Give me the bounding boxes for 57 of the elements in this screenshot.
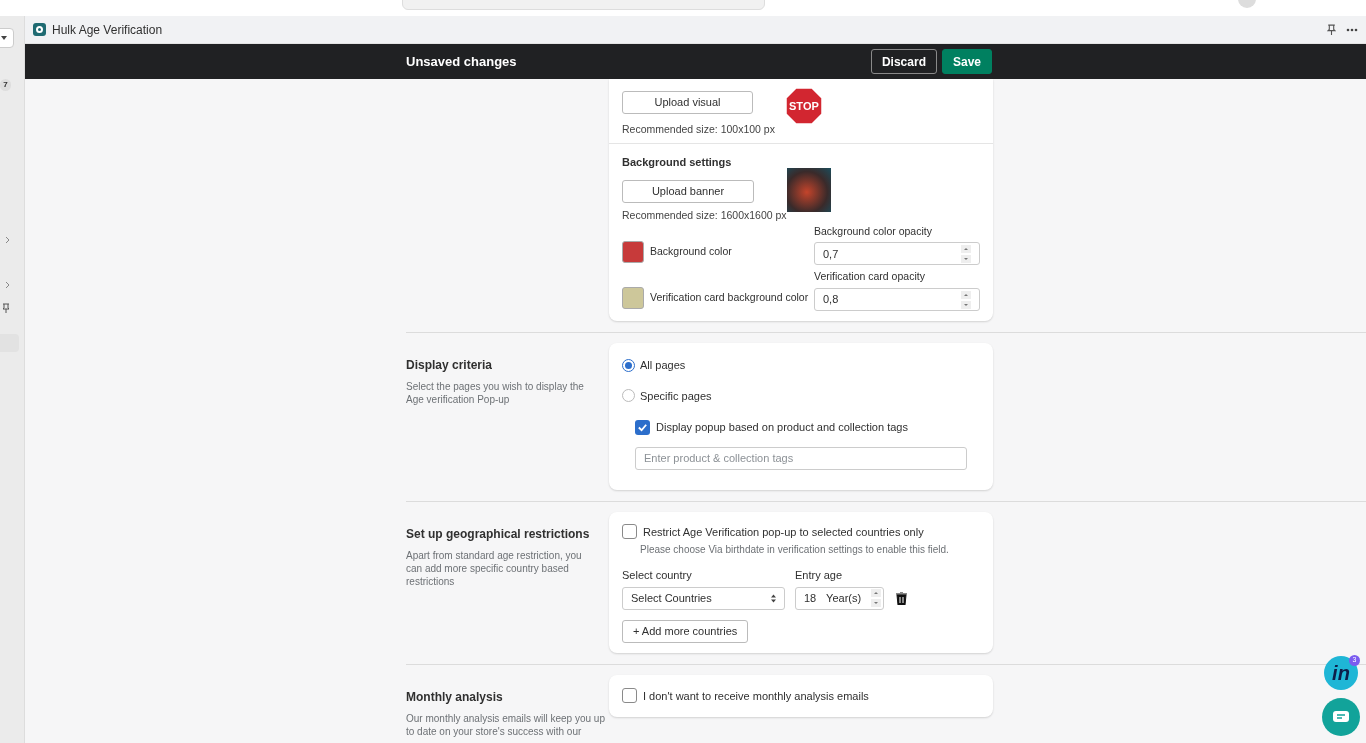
help-text: Please choose Via birthdate in verification settings to enable this field. — [640, 543, 950, 557]
unit-label: Year(s) — [826, 590, 862, 606]
field-label: Select country — [622, 568, 693, 583]
chevron-right-icon[interactable] — [5, 281, 10, 289]
stop-sign-preview: STOP — [784, 87, 823, 125]
app-title: Hulk Age Verification — [52, 21, 164, 39]
caret-icon — [1, 36, 7, 40]
radio-label: Specific pages — [640, 388, 712, 404]
size-hint: Recommended size: 100x100 px — [622, 121, 775, 137]
dropdown-button[interactable] — [0, 28, 14, 48]
checkbox[interactable] — [622, 524, 637, 540]
save-bar-message: Unsaved changes — [406, 52, 518, 71]
pin-icon[interactable] — [1327, 24, 1336, 35]
more-icon[interactable] — [1346, 27, 1358, 32]
section-heading: Background settings — [622, 154, 733, 170]
tags-input-field[interactable]: Enter product & collection tags — [635, 446, 967, 470]
section-description: Select the pages you wish to display the Age verification Pop-up — [406, 380, 585, 406]
checkbox[interactable] — [635, 419, 650, 435]
discard-button[interactable]: Discard — [870, 49, 937, 74]
checkbox-label: Display popup based on product and collection tags — [656, 420, 908, 435]
trash-icon[interactable] — [896, 591, 907, 605]
field-label: Verification card opacity — [814, 269, 926, 285]
section-title: Monthly analysis — [406, 688, 504, 706]
app-icon — [33, 23, 46, 36]
field-label: Entry age — [795, 568, 844, 583]
color-swatch[interactable] — [622, 241, 644, 264]
radio-label: All pages — [640, 358, 686, 373]
spinner-icon[interactable] — [961, 244, 971, 263]
section-description: Apart from standard age restriction, you can add more specific country based restrictions — [406, 548, 583, 588]
section-title: Display criteria — [406, 357, 494, 374]
age-field[interactable]: 18 Year(s) — [795, 586, 884, 610]
color-label: Background color — [650, 244, 732, 260]
checkmark-icon — [637, 421, 648, 433]
size-hint: Recommended size: 1600x1600 px — [622, 207, 787, 223]
number-field[interactable]: 0,7 — [814, 242, 980, 266]
spinner-icon[interactable] — [871, 589, 881, 607]
color-label: Verification card background color — [650, 290, 809, 306]
color-swatch[interactable] — [622, 287, 644, 309]
select-arrows-icon — [771, 593, 776, 603]
field-label: Background color opacity — [814, 223, 933, 239]
add-countries-button[interactable]: + Add more countries — [622, 619, 749, 643]
country-select[interactable]: Select Countries — [622, 586, 785, 610]
save-button[interactable]: Save — [941, 49, 992, 74]
checkbox-label: I don't want to receive monthly analysis emails — [643, 688, 869, 704]
upload-visual-button[interactable]: Upload visual — [622, 90, 753, 114]
count-badge: 7 — [0, 79, 11, 91]
section-title: Set up geographical restrictions — [406, 525, 591, 543]
checkbox[interactable] — [622, 688, 637, 704]
upload-banner-button[interactable]: Upload banner — [622, 179, 754, 203]
chat-icon — [1333, 710, 1349, 724]
photo-placeholder — [786, 168, 831, 212]
number-field[interactable]: 0,8 — [814, 288, 980, 311]
chevron-right-icon[interactable] — [5, 236, 10, 244]
section-description: Our monthly analysis emails will keep you up to date on your store's success with our — [406, 711, 605, 738]
spinner-icon[interactable] — [961, 290, 971, 309]
pin-icon[interactable] — [2, 303, 10, 313]
checkbox-label: Restrict Age Verification pop-up to selected countries only — [643, 524, 924, 540]
